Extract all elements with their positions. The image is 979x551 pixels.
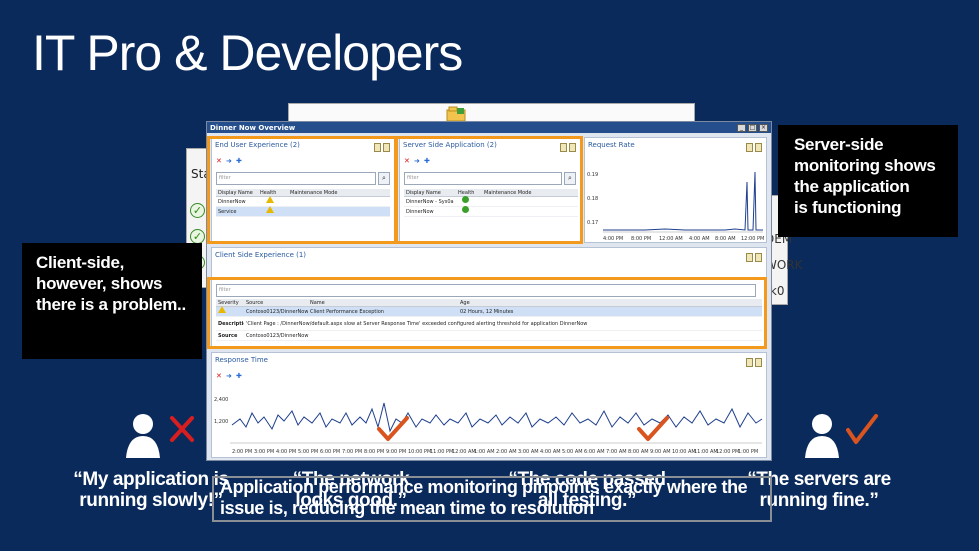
x-tick-label: 3:00 AM	[518, 449, 539, 455]
callout-line: Server-side	[794, 135, 884, 154]
x-tick-label: 11:00 PM	[430, 449, 453, 455]
arrow-right-icon[interactable]: ➜	[226, 373, 234, 380]
x-tick-label: 4:00 AM	[540, 449, 561, 455]
x-tick-label: 12:00 AM	[659, 236, 683, 242]
close-button[interactable]: ×	[759, 123, 768, 132]
panel-title: Client Side Experience (1)	[215, 251, 307, 259]
request-rate-panel: Request Rate 0.19 0.18 0.17 4:00 PM 8:00…	[584, 137, 767, 243]
x-tick-label: 4:00 PM	[603, 236, 623, 242]
highlight-end-user	[207, 136, 397, 244]
user-with-cross-icon	[126, 414, 194, 458]
x-tick-label: 4:00 AM	[689, 236, 710, 242]
check-circle-icon: ✓	[190, 229, 205, 244]
x-tick-label: 10:00 AM	[672, 449, 696, 455]
callout-line: the application	[794, 177, 910, 196]
x-tick-label: 5:00 PM	[298, 449, 318, 455]
panel-title: Request Rate	[588, 141, 635, 149]
x-tick-label: 6:00 PM	[320, 449, 340, 455]
x-tick-label: 1:00 PM	[738, 449, 758, 455]
panel-title: Response Time	[215, 356, 268, 364]
console-titlebar: Dinner Now Overview _ □ ×	[207, 122, 771, 133]
response-time-series	[231, 402, 763, 433]
x-tick-label: 10:00 PM	[408, 449, 431, 455]
settings-icon[interactable]	[746, 358, 753, 367]
callout-line: monitoring shows	[794, 156, 936, 175]
x-tick-label: 2:00 PM	[232, 449, 252, 455]
minimize-button[interactable]: _	[737, 123, 746, 132]
apm-summary: Application performance monitoring pinpo…	[220, 477, 748, 519]
x-tick-label: 2:00 AM	[496, 449, 517, 455]
y-tick-label: 0.18	[587, 196, 598, 202]
server-side-callout: Server-side monitoring shows the applica…	[778, 125, 958, 237]
quote-line: running slowly!”	[79, 490, 223, 511]
x-tick-label: 8:00 PM	[631, 236, 651, 242]
x-tick-label: 12:00 AM	[452, 449, 476, 455]
x-tick-label: 7:00 PM	[342, 449, 362, 455]
x-tick-label: 1:00 AM	[474, 449, 495, 455]
callout-line: however, shows	[36, 274, 163, 293]
x-tick-label: 4:00 PM	[276, 449, 296, 455]
x-tick-label: 5:00 AM	[562, 449, 583, 455]
folder-icon	[446, 106, 466, 122]
x-tick-label: 12:00 PM	[716, 449, 739, 455]
user-quote: “My application is running slowly!”	[66, 469, 236, 511]
x-tick-label: 12:00 PM	[741, 236, 764, 242]
callout-line: Client-side,	[36, 253, 125, 272]
request-rate-chart: 0.19 0.18 0.17 4:00 PM 8:00 PM 12:00 AM …	[587, 171, 764, 242]
check-icon	[637, 416, 669, 441]
settings-icon[interactable]	[755, 253, 762, 262]
y-tick-label: 2,400	[214, 397, 228, 403]
y-tick-label: 0.17	[587, 220, 598, 226]
callout-line: is functioning	[794, 198, 902, 217]
add-icon[interactable]: ✚	[236, 373, 244, 380]
settings-icon[interactable]	[755, 358, 762, 367]
settings-icon[interactable]	[746, 143, 753, 152]
x-tick-label: 7:00 AM	[606, 449, 627, 455]
settings-icon[interactable]	[746, 253, 753, 262]
x-tick-label: 9:00 PM	[386, 449, 406, 455]
x-tick-label: 3:00 PM	[254, 449, 274, 455]
x-tick-label: 9:00 AM	[650, 449, 671, 455]
highlight-server-side	[395, 136, 583, 244]
y-tick-label: 1,200	[214, 419, 228, 425]
apm-line: issue is, reducing the mean time to reso…	[220, 498, 594, 518]
apm-line: Application performance monitoring pinpo…	[220, 477, 748, 497]
slide-title: IT Pro & Developers	[32, 25, 463, 81]
request-rate-series	[603, 171, 763, 231]
x-tick-label: 8:00 AM	[628, 449, 649, 455]
client-side-callout: Client-side, however, shows there is a p…	[22, 243, 202, 359]
y-tick-label: 0.19	[587, 172, 598, 178]
x-tick-label: 11:00 AM	[694, 449, 718, 455]
settings-icon[interactable]	[755, 143, 762, 152]
console-title: Dinner Now Overview	[210, 123, 296, 132]
x-tick-label: 6:00 AM	[584, 449, 605, 455]
check-circle-icon: ✓	[190, 203, 205, 218]
response-time-chart: 2,400 1,200 2:00 PM 3:00 PM 4:00 PM 5:00…	[214, 397, 763, 455]
callout-line: there is a problem..	[36, 295, 186, 314]
highlight-client-side	[207, 277, 767, 349]
x-tick-label: 8:00 AM	[715, 236, 736, 242]
check-icon	[377, 416, 409, 441]
x-tick-label: 8:00 PM	[364, 449, 384, 455]
quote-line: “My application is	[73, 469, 229, 490]
maximize-button[interactable]: □	[748, 123, 757, 132]
user-with-check-icon	[805, 414, 878, 458]
remove-icon[interactable]: ✕	[216, 373, 224, 380]
response-time-panel: Response Time ✕ ➜ ✚ 2,400 1,200 2:00 PM …	[211, 352, 767, 458]
